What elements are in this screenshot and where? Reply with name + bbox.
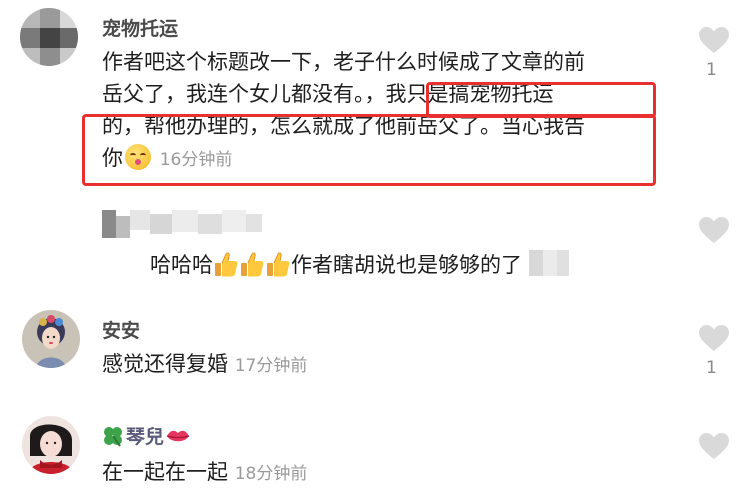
blurred-content <box>528 250 569 276</box>
thumbs-up-emoji-icon <box>267 252 290 277</box>
comment-time: 16分钟前 <box>159 150 233 170</box>
heart-icon[interactable] <box>698 324 730 352</box>
comment-text: 感觉还得复婚 17分钟前 <box>102 348 307 382</box>
comment-time: 18分钟前 <box>234 464 308 484</box>
like-count: 1 <box>706 358 717 378</box>
avatar[interactable] <box>20 8 78 66</box>
comment-username[interactable]: 宠物托运 <box>102 14 178 41</box>
comment-item: 哈哈哈 作者瞎胡说也是够够的了 <box>0 200 750 300</box>
comment-item: 琴兒 在一起在一起 18分钟前 <box>0 400 750 503</box>
kiss-emoji-icon <box>125 144 151 170</box>
avatar[interactable] <box>22 310 80 368</box>
comment-time: 17分钟前 <box>234 356 308 376</box>
comment-text-segment: 你 <box>102 146 123 170</box>
like-count: 1 <box>706 60 717 80</box>
clover-icon <box>104 426 122 447</box>
thumbs-up-emoji-icon <box>215 252 238 277</box>
comment-text-segment: 作者瞎胡说也是够够的了 <box>291 253 522 277</box>
comment-text-line: 岳父了，我连个女儿都没有。，我只是搞宠物托运 <box>102 78 682 110</box>
comment-item: 宠物托运 作者吧这个标题改一下，老子什么时候成了文章的前 岳父了，我连个女儿都没… <box>0 0 750 200</box>
heart-icon[interactable] <box>698 26 730 54</box>
comment-text-line: 的，帮他办理的，怎么就成了他前岳父了。当心我告 <box>102 114 585 138</box>
lips-icon <box>166 430 190 441</box>
comment-text: 作者吧这个标题改一下，老子什么时候成了文章的前 岳父了，我连个女儿都没有。，我只… <box>102 46 682 176</box>
heart-icon[interactable] <box>698 432 730 460</box>
thumbs-up-emoji-icon <box>241 252 264 277</box>
comment-text-segment: 哈哈哈 <box>150 253 213 277</box>
avatar[interactable] <box>22 416 80 474</box>
comment-text: 在一起在一起 18分钟前 <box>102 456 307 490</box>
comment-text-line: 你 16分钟前 <box>102 142 682 176</box>
comment-text-line: 作者吧这个标题改一下，老子什么时候成了文章的前 <box>102 50 585 74</box>
avatar[interactable] <box>102 206 262 240</box>
comment-text-segment: 岳父了，我连个女儿都没有。， <box>102 82 386 106</box>
comment-text-segment: 在一起在一起 <box>102 460 228 484</box>
comment-username[interactable]: 琴兒 <box>102 422 190 449</box>
comment-item: 安安 感觉还得复婚 17分钟前 1 <box>0 300 750 400</box>
comment-username[interactable]: 安安 <box>102 316 140 343</box>
heart-icon[interactable] <box>698 216 730 244</box>
comment-text-segment: 感觉还得复婚 <box>102 352 228 376</box>
comment-text-highlighted: 我只是搞宠物托运 <box>385 82 554 106</box>
username-text: 琴兒 <box>126 426 165 448</box>
comment-text: 哈哈哈 作者瞎胡说也是够够的了 <box>150 248 569 281</box>
